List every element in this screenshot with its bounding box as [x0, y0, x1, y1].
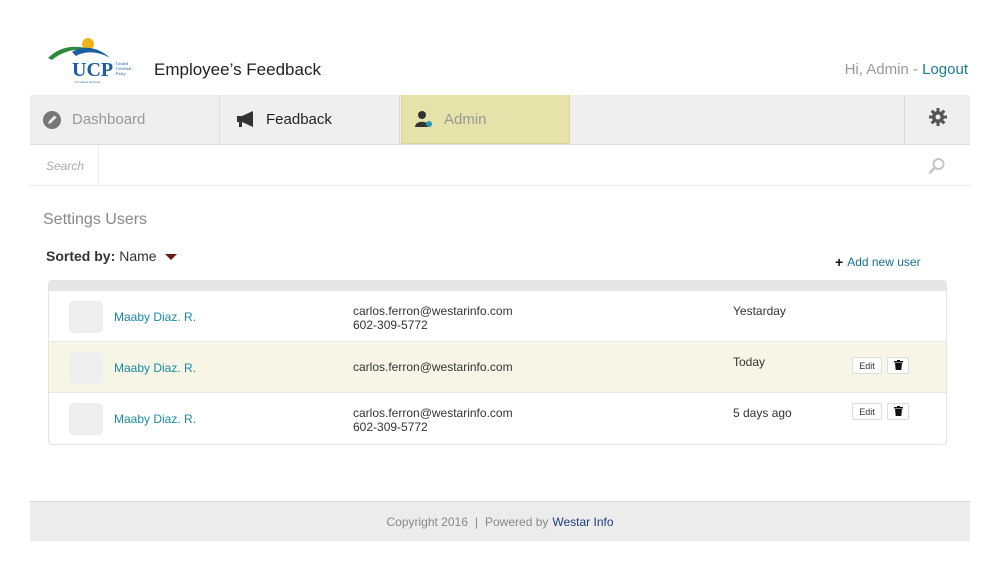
nav-label-feedback: Feadback: [266, 111, 332, 128]
user-contact: carlos.ferron@westarinfo.com: [353, 360, 513, 374]
sort-label: Sorted by:: [46, 248, 116, 264]
page-title: Settings Users: [43, 211, 148, 228]
copyright-text: Copyright 2016: [386, 514, 468, 529]
add-user-label: Add new user: [847, 255, 921, 269]
user-email: carlos.ferron@westarinfo.com: [353, 304, 513, 318]
avatar: [69, 403, 103, 435]
gear-icon: [928, 107, 948, 132]
delete-button[interactable]: [887, 403, 909, 420]
user-phone: 602-309-5772: [353, 420, 428, 434]
nav-item-admin[interactable]: Admin: [401, 95, 570, 144]
user-phone: 602-309-5772: [353, 318, 428, 332]
nav-item-dashboard[interactable]: Dashboard: [30, 95, 220, 144]
powered-by-text: Powered by: [485, 514, 549, 529]
svg-text:UCP: UCP: [72, 59, 113, 81]
search-divider: [98, 145, 99, 185]
row-actions: Edit: [852, 357, 909, 374]
megaphone-icon: [236, 110, 256, 129]
search-label: Search: [46, 159, 85, 173]
table-header: [49, 281, 946, 291]
svg-text:Palsy: Palsy: [116, 71, 127, 76]
user-date: Today: [733, 355, 766, 369]
user-name-link[interactable]: Maaby Diaz. R.: [114, 310, 196, 324]
logout-link[interactable]: Logout: [922, 61, 968, 78]
main-nav: Dashboard Feadback Admin: [30, 95, 970, 145]
user-email: carlos.ferron@westarinfo.com: [353, 360, 513, 374]
settings-button[interactable]: [904, 95, 970, 144]
user-name-link[interactable]: Maaby Diaz. R.: [114, 361, 196, 375]
svg-text:of Central Arizona: of Central Arizona: [74, 80, 100, 84]
user-greeting: Hi, Admin - Logout: [845, 61, 968, 78]
edit-button[interactable]: Edit: [852, 403, 882, 420]
search-icon[interactable]: [928, 157, 946, 180]
westar-info-link[interactable]: Westar Info: [552, 515, 613, 529]
greeting-text: Hi, Admin -: [844, 61, 918, 78]
trash-icon: [893, 357, 903, 375]
sort-value[interactable]: Name: [119, 248, 156, 264]
ucp-logo[interactable]: UCP United Cerebral Palsy of Central Ari…: [44, 36, 138, 86]
plus-icon: +: [835, 254, 844, 270]
user-contact: carlos.ferron@westarinfo.com 602-309-577…: [353, 304, 513, 332]
user-name-link[interactable]: Maaby Diaz. R.: [114, 412, 196, 426]
footer-separator: |: [474, 514, 478, 529]
trash-icon: [893, 403, 903, 421]
delete-button[interactable]: [887, 357, 909, 374]
row-actions: Edit: [852, 403, 909, 420]
add-user-button[interactable]: + Add new user: [835, 254, 921, 270]
edit-button[interactable]: Edit: [852, 357, 882, 374]
table-row: Maaby Diaz. R. carlos.ferron@westarinfo.…: [49, 342, 946, 393]
footer: Copyright 2016 | Powered by Westar Info: [30, 501, 970, 541]
user-admin-icon: [414, 109, 434, 129]
app-title: Employee’s Feedback: [154, 60, 321, 79]
header: UCP United Cerebral Palsy of Central Ari…: [30, 30, 970, 94]
search-bar: Search: [30, 145, 970, 186]
user-contact: carlos.ferron@westarinfo.com 602-309-577…: [353, 406, 513, 434]
nav-item-feedback[interactable]: Feadback: [220, 95, 400, 144]
nav-label-admin: Admin: [444, 110, 487, 128]
user-date: 5 days ago: [733, 406, 792, 420]
sort-control: Sorted by: Name: [46, 248, 177, 264]
avatar: [69, 301, 103, 333]
user-email: carlos.ferron@westarinfo.com: [353, 406, 513, 420]
avatar: [69, 352, 103, 384]
pencil-circle-icon: [42, 110, 62, 130]
users-table: Maaby Diaz. R. carlos.ferron@westarinfo.…: [48, 280, 947, 445]
user-date: Yestarday: [733, 304, 786, 318]
caret-down-icon[interactable]: [164, 254, 177, 260]
search-input[interactable]: [106, 151, 926, 179]
table-row: Maaby Diaz. R. carlos.ferron@westarinfo.…: [49, 393, 946, 444]
nav-label-dashboard: Dashboard: [72, 111, 146, 128]
table-row: Maaby Diaz. R. carlos.ferron@westarinfo.…: [49, 291, 946, 342]
